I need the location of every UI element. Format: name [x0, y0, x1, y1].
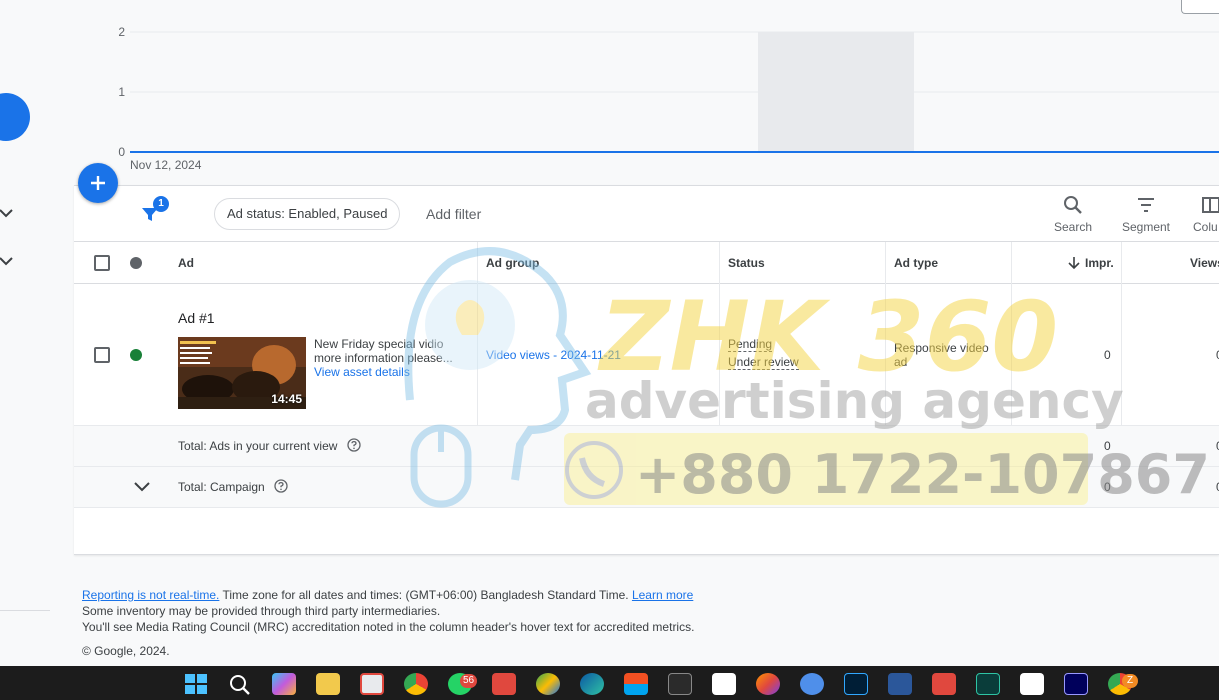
- search-label: Search: [1053, 220, 1093, 234]
- learn-more-link[interactable]: Learn more: [632, 588, 693, 602]
- chrome-profile-badge: Z: [1122, 674, 1138, 688]
- sync-icon[interactable]: [800, 673, 824, 695]
- windows-taskbar: [0, 666, 1219, 700]
- search-icon: [1064, 196, 1082, 214]
- status-column-icon: [130, 257, 142, 269]
- help-icon[interactable]: [274, 479, 288, 493]
- table-toolbar: 1 Ad status: Enabled, Paused Add filter …: [74, 186, 1219, 242]
- ad-status-filter-chip[interactable]: Ad status: Enabled, Paused: [214, 198, 401, 230]
- whatsapp-notification-badge: 56: [460, 674, 478, 688]
- ad-title: Ad #1: [178, 310, 215, 326]
- column-header-ad-type[interactable]: Ad type: [894, 256, 938, 270]
- column-header-impr[interactable]: Impr.: [1085, 256, 1114, 270]
- ad-type-text: ad: [894, 355, 908, 369]
- app-icon[interactable]: [668, 673, 692, 695]
- ad-type-text: Responsive video: [894, 341, 989, 355]
- page-footer: Reporting is not real-time. Time zone fo…: [82, 587, 694, 659]
- anydesk-icon[interactable]: [932, 673, 956, 695]
- video-thumbnail[interactable]: 14:45: [178, 337, 306, 409]
- word-icon[interactable]: [888, 673, 912, 695]
- footer-line-2: Some inventory may be provided through t…: [82, 604, 441, 618]
- select-all-checkbox[interactable]: [94, 255, 110, 271]
- impr-value: 0: [1104, 348, 1111, 362]
- file-explorer-icon[interactable]: [316, 673, 340, 695]
- chart-options-button[interactable]: [1181, 0, 1219, 14]
- total-campaign-row: Total: Campaign 0 0: [74, 467, 1219, 507]
- copyright: © Google, 2024.: [82, 644, 170, 658]
- video-duration: 14:45: [271, 392, 302, 406]
- y-tick-label: 2: [118, 25, 125, 39]
- segment-button[interactable]: Segment: [1118, 192, 1174, 234]
- help-icon[interactable]: [347, 438, 361, 452]
- column-header-ad-group[interactable]: Ad group: [486, 256, 539, 270]
- total-view-label: Total: Ads in your current view: [178, 439, 338, 453]
- view-asset-details-link[interactable]: View asset details: [314, 365, 410, 379]
- column-header-status[interactable]: Status: [728, 256, 765, 270]
- vivaldi-icon[interactable]: [492, 673, 516, 695]
- columns-icon: [1202, 197, 1219, 213]
- status-under-review[interactable]: Under review: [728, 355, 799, 370]
- filmora-icon[interactable]: [976, 673, 1000, 695]
- snipping-tool-icon[interactable]: [360, 673, 384, 695]
- left-nav-rail: [0, 0, 52, 666]
- ad-description-line: more information please...: [314, 351, 453, 365]
- ad-description-line: New Friday special vidio: [314, 337, 444, 351]
- performance-chart: 2 1 0 Nov 12, 2024: [90, 0, 1219, 180]
- column-header-ad[interactable]: Ad: [178, 256, 194, 270]
- x-tick-label: Nov 12, 2024: [130, 158, 202, 172]
- sort-descending-icon[interactable]: [1068, 256, 1080, 270]
- enabled-status-dot: [130, 349, 142, 361]
- y-tick-label: 0: [118, 145, 125, 159]
- row-checkbox[interactable]: [94, 347, 110, 363]
- ads-table-card: 1 Ad status: Enabled, Paused Add filter …: [74, 185, 1219, 555]
- browser-icon[interactable]: [536, 673, 560, 695]
- segment-label: Segment: [1121, 220, 1171, 234]
- store-icon[interactable]: [624, 673, 648, 695]
- divider: [0, 610, 50, 611]
- ad-group-link[interactable]: Video views - 2024-11-21: [486, 348, 621, 362]
- premiere-icon[interactable]: [1064, 673, 1088, 695]
- row-divider: [74, 507, 1219, 508]
- plus-icon: [91, 176, 105, 190]
- chevron-down-icon[interactable]: [0, 253, 14, 269]
- capcut-icon[interactable]: [1020, 673, 1044, 695]
- status-pending[interactable]: Pending: [728, 337, 773, 352]
- search-button[interactable]: Search: [1053, 192, 1093, 234]
- footer-line-3: You'll see Media Rating Council (MRC) ac…: [82, 620, 695, 634]
- filter-count-badge: 1: [153, 196, 169, 212]
- reporting-realtime-link[interactable]: Reporting is not real-time.: [82, 588, 219, 602]
- add-button[interactable]: [78, 163, 118, 203]
- segment-icon: [1138, 198, 1154, 212]
- column-header-views[interactable]: Views: [1190, 256, 1219, 270]
- windows-start-icon[interactable]: [184, 673, 208, 695]
- chevron-down-icon[interactable]: [0, 205, 14, 221]
- y-tick-label: 1: [118, 85, 125, 99]
- add-filter-button[interactable]: Add filter: [426, 206, 481, 222]
- columns-label: Colu: [1193, 220, 1218, 234]
- total-campaign-impr: 0: [1104, 480, 1111, 494]
- firefox-icon[interactable]: [756, 673, 780, 695]
- total-view-row: Total: Ads in your current view 0 0: [74, 426, 1219, 466]
- edge-icon[interactable]: [580, 673, 604, 695]
- capcut-icon[interactable]: [712, 673, 736, 695]
- table-header-row: Ad Ad group Status Ad type Impr. Views: [74, 242, 1219, 284]
- photoshop-icon[interactable]: [844, 673, 868, 695]
- columns-button[interactable]: Colu: [1193, 192, 1219, 234]
- chevron-down-icon[interactable]: [133, 479, 151, 493]
- search-icon[interactable]: [228, 673, 252, 695]
- nav-create-button[interactable]: [0, 93, 30, 141]
- footer-line-1: Reporting is not real-time. Time zone fo…: [82, 587, 694, 603]
- timezone-text: Time zone for all dates and times: (GMT+…: [219, 588, 632, 602]
- chrome-icon[interactable]: [404, 673, 428, 695]
- total-view-impr: 0: [1104, 439, 1111, 453]
- copilot-icon[interactable]: [272, 673, 296, 695]
- total-campaign-label: Total: Campaign: [178, 480, 265, 494]
